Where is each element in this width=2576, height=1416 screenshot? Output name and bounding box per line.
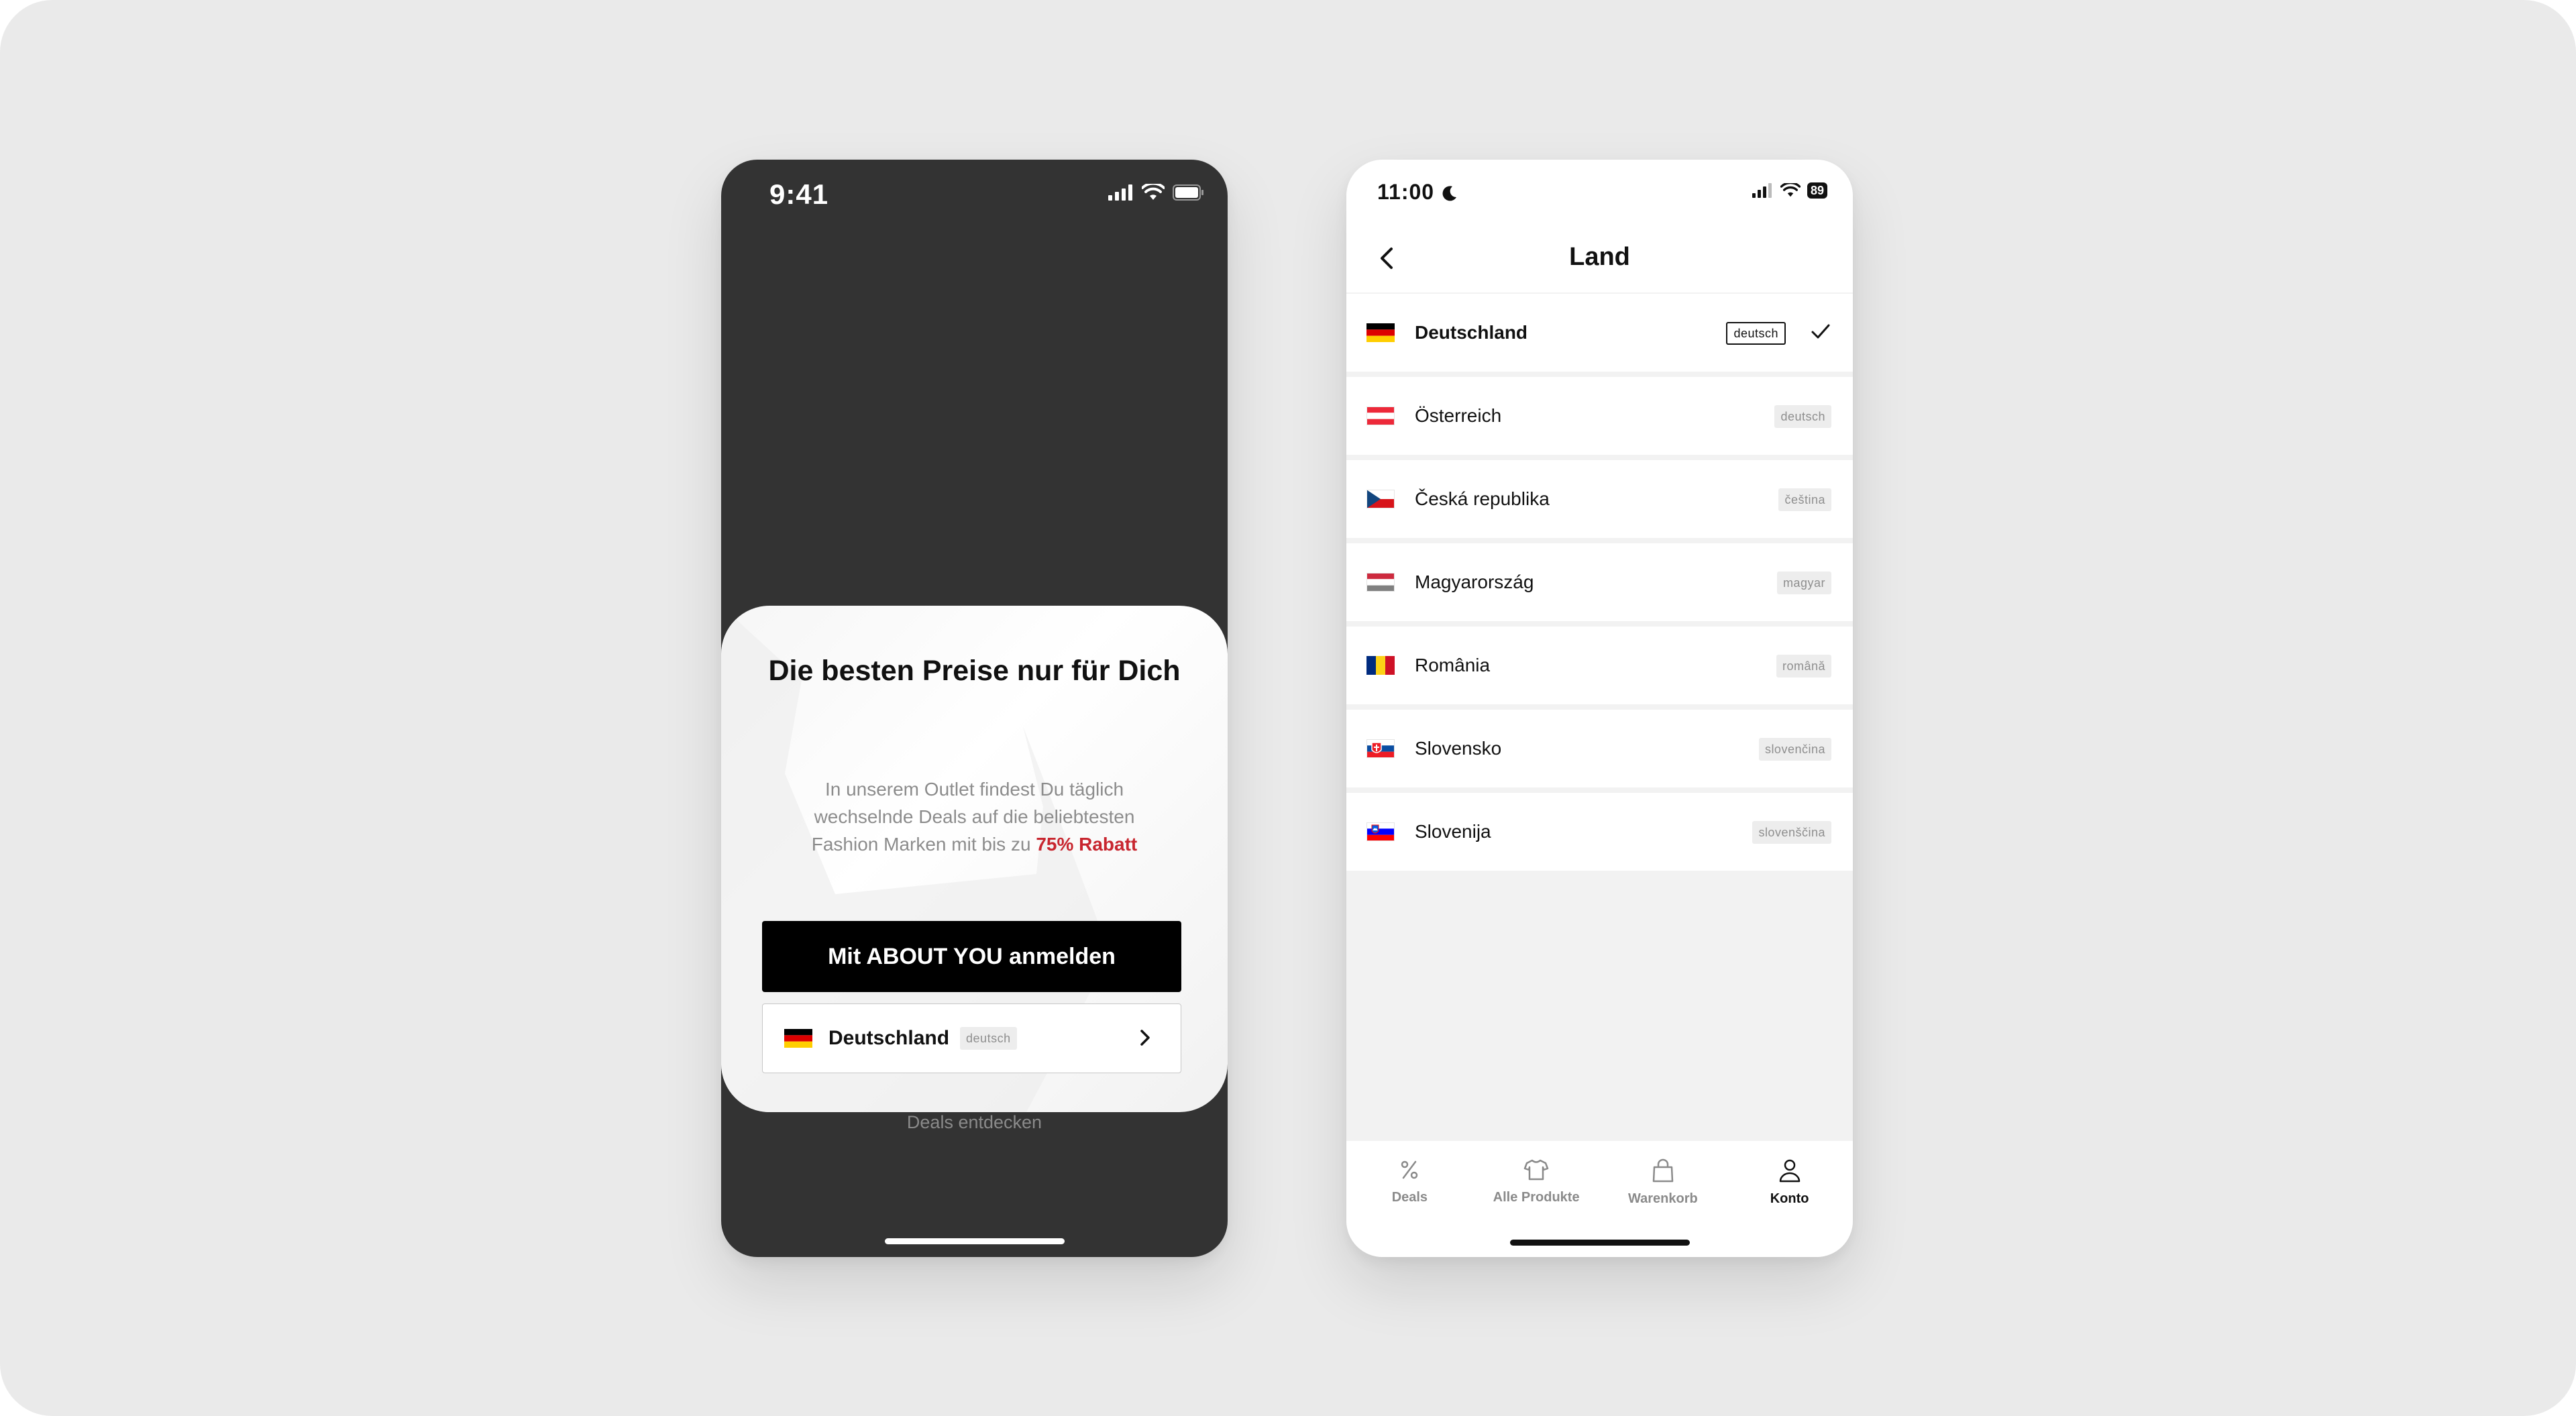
country-name: România (1415, 655, 1491, 675)
country-name: Slovenija (1415, 821, 1491, 842)
battery-icon (1173, 184, 1203, 201)
deals-link[interactable]: Deals entdecken (721, 1112, 1228, 1133)
tab-label: Alle Produkte (1493, 1190, 1580, 1205)
flag-cz-icon (1366, 490, 1395, 508)
flag-de-icon (784, 1029, 812, 1048)
country-name: Česká republika (1415, 488, 1550, 509)
country-list: Deutschland deutsch Österreich deutsch Č… (1346, 294, 1853, 876)
country-name: Slovensko (1415, 738, 1502, 759)
country-row-oesterreich[interactable]: Österreich deutsch (1346, 377, 1853, 455)
wifi-icon (1780, 183, 1801, 197)
country-row-slovenija[interactable]: Slovenija slovenščina (1346, 793, 1853, 871)
country-name: Deutschland (1415, 322, 1528, 343)
status-time: 11:00 (1377, 180, 1457, 205)
home-indicator (1509, 1240, 1690, 1246)
language-badge: deutsch (1726, 322, 1786, 345)
tab-label: Warenkorb (1628, 1191, 1698, 1206)
status-time-text: 11:00 (1377, 180, 1435, 204)
flag-ro-icon (1366, 656, 1395, 675)
wifi-icon (1142, 184, 1165, 200)
moon-icon (1442, 186, 1456, 201)
status-icons: 89 (1752, 182, 1827, 199)
flag-hu-icon (1366, 573, 1395, 592)
flag-at-icon (1366, 406, 1395, 425)
country-name: Österreich (1415, 405, 1502, 426)
tab-label: Deals (1391, 1190, 1428, 1205)
chevron-right-icon (1140, 1030, 1150, 1046)
header: 11:00 89 Land (1346, 160, 1853, 292)
country-name: Magyarország (1415, 571, 1534, 592)
selected-country-name: Deutschland (828, 1027, 950, 1049)
language-badge: deutsch (1774, 405, 1831, 428)
welcome-modal: Die besten Preise nur für Dich In unsere… (721, 606, 1228, 1112)
phone-left: 9:41 Die besten Preise nur für Dich In u… (721, 160, 1228, 1257)
modal-description: In unserem Outlet findest Du täglich wec… (782, 775, 1167, 858)
tab-deals[interactable]: Deals (1346, 1141, 1473, 1257)
status-bar: 11:00 89 (1346, 160, 1853, 227)
modal-title: Die besten Preise nur für Dich (768, 655, 1181, 687)
shopping-bag-icon (1652, 1158, 1674, 1183)
country-row-ceska-republika[interactable]: Česká republika čeština (1346, 460, 1853, 538)
status-time: 9:41 (769, 178, 829, 210)
country-row-deutschland[interactable]: Deutschland deutsch (1346, 294, 1853, 372)
country-row-romania[interactable]: România română (1346, 627, 1853, 704)
shirt-icon (1523, 1159, 1549, 1181)
percent-icon (1401, 1160, 1418, 1179)
phone-right: 11:00 89 Land Deutschland deutsch Österr… (1346, 160, 1853, 1257)
country-row-slovensko[interactable]: Slovensko slovenčina (1346, 710, 1853, 787)
discount-highlight: 75% Rabatt (1036, 834, 1138, 855)
language-badge: slovenščina (1752, 821, 1831, 844)
flag-sk-icon (1366, 739, 1395, 758)
tab-konto[interactable]: Konto (1726, 1141, 1853, 1257)
flag-de-icon (1366, 323, 1395, 342)
canvas: 9:41 Die besten Preise nur für Dich In u… (0, 0, 2576, 1416)
language-badge: čeština (1778, 488, 1831, 511)
signal-icon (1752, 183, 1772, 198)
language-badge: slovenčina (1758, 738, 1831, 761)
status-bar: 9:41 (721, 160, 1228, 227)
tab-label: Konto (1770, 1191, 1809, 1206)
language-badge: română (1776, 655, 1831, 677)
login-button[interactable]: Mit ABOUT YOU anmelden (762, 921, 1181, 992)
home-indicator (884, 1238, 1065, 1244)
country-row-magyarorszag[interactable]: Magyarország magyar (1346, 543, 1853, 621)
checkmark-icon (1811, 324, 1830, 339)
battery-icon: 89 (1807, 182, 1827, 199)
language-badge: magyar (1776, 571, 1831, 594)
country-selector[interactable]: Deutschland deutsch (762, 1003, 1181, 1073)
user-icon (1779, 1159, 1800, 1183)
status-icons (1108, 184, 1205, 201)
flag-si-icon (1366, 822, 1395, 841)
language-badge: deutsch (960, 1027, 1017, 1050)
signal-icon (1108, 184, 1132, 201)
page-title: Land (1569, 243, 1630, 271)
